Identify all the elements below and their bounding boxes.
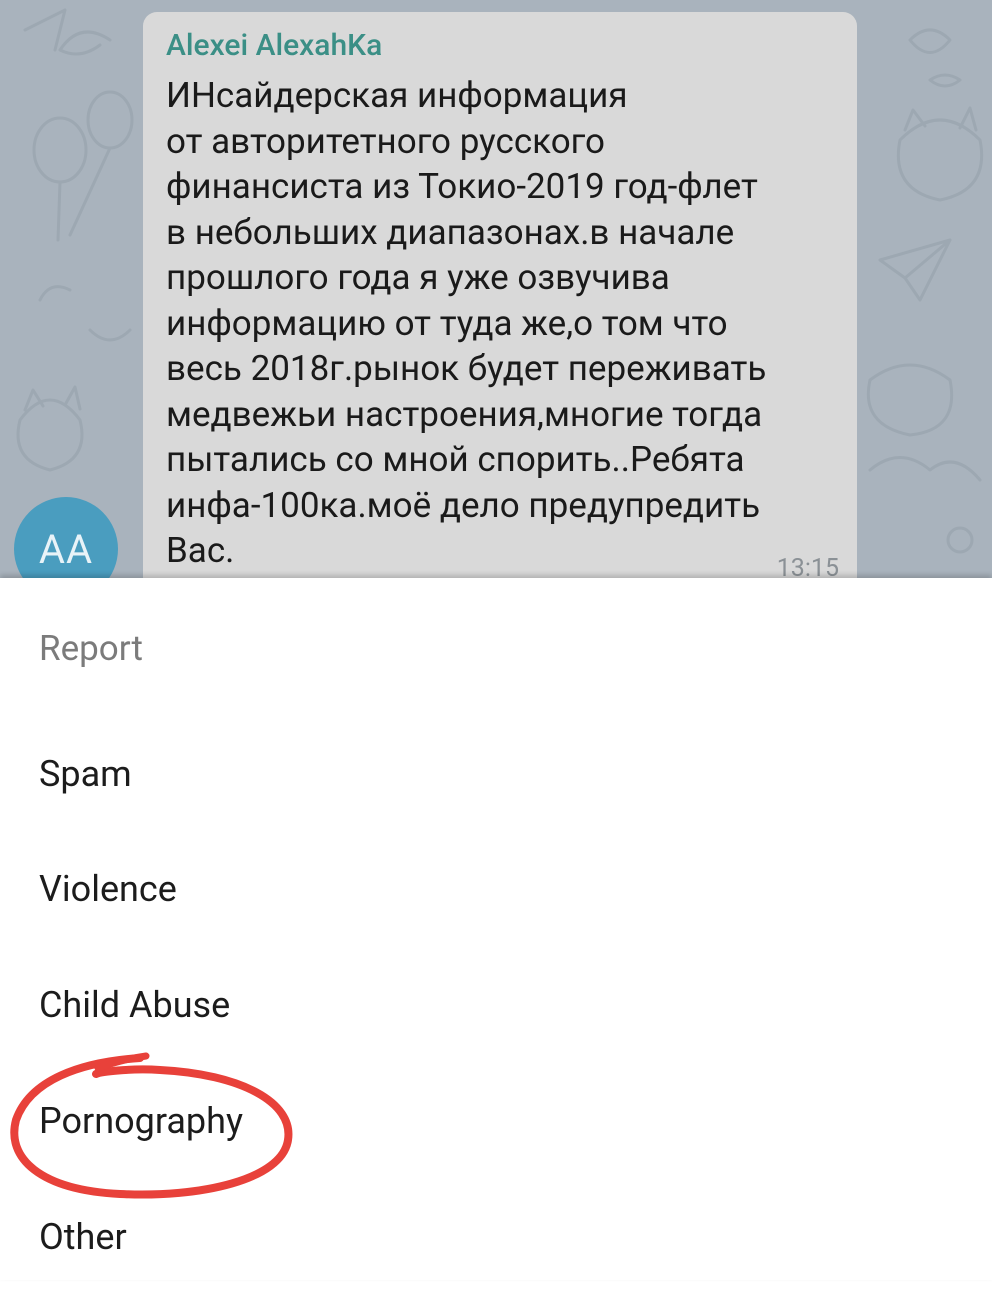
message-timestamp: 13:15 (776, 554, 839, 580)
report-title: Report (39, 628, 143, 669)
report-option-other[interactable]: Other (0, 1185, 992, 1289)
sender-name[interactable]: Alexei AlexahKa (166, 26, 835, 66)
message-text: ИНсайдерская информация от авторитетного… (166, 75, 767, 571)
chat-area: AA Alexei AlexahKa ИНсайдерская информац… (0, 0, 992, 580)
report-option-child-abuse[interactable]: Child Abuse (0, 953, 992, 1057)
report-option-violence[interactable]: Violence (0, 837, 992, 941)
report-sheet: Report Spam Violence Child Abuse Pornogr… (0, 578, 992, 1280)
message-bubble[interactable]: Alexei AlexahKa ИНсайдерская информация … (143, 12, 857, 580)
report-option-spam[interactable]: Spam (0, 722, 992, 826)
report-option-pornography[interactable]: Pornography (0, 1069, 992, 1173)
